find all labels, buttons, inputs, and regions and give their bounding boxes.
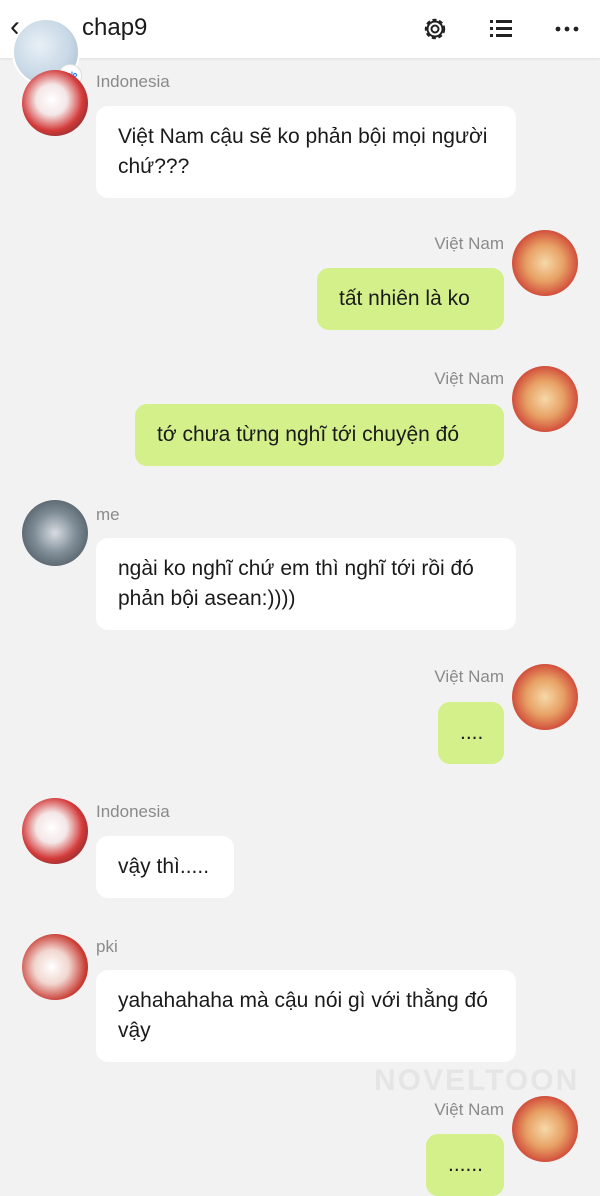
avatar-viet-nam[interactable] bbox=[512, 664, 578, 730]
sender-name: pki bbox=[96, 937, 118, 956]
message-bubble-incoming[interactable]: yahahahaha mà cậu nói gì với thằng đó vậ… bbox=[96, 970, 516, 1062]
message-bubble-outgoing[interactable]: .... bbox=[438, 702, 504, 764]
message-bubble-outgoing[interactable]: tớ chưa từng nghĩ tới chuyện đó bbox=[135, 404, 504, 466]
avatar-viet-nam[interactable] bbox=[512, 1096, 578, 1162]
avatar-me[interactable] bbox=[22, 500, 88, 566]
avatar-viet-nam[interactable] bbox=[512, 366, 578, 432]
chat-header: ‹ chap9 bbox=[0, 0, 600, 58]
watermark: NOVELTOON bbox=[374, 1064, 580, 1097]
sender-name: Việt Nam bbox=[434, 667, 504, 686]
list-icon[interactable] bbox=[486, 14, 516, 44]
avatar-indonesia[interactable] bbox=[22, 798, 88, 864]
avatar-indonesia[interactable] bbox=[22, 70, 88, 136]
avatar-viet-nam[interactable] bbox=[512, 230, 578, 296]
chat-title: chap9 bbox=[82, 14, 148, 41]
message-bubble-incoming[interactable]: Việt Nam cậu sẽ ko phản bội mọi người ch… bbox=[96, 106, 516, 198]
sender-name: me bbox=[96, 505, 120, 524]
message-bubble-outgoing[interactable]: tất nhiên là ko bbox=[317, 268, 504, 330]
message-bubble-incoming[interactable]: ngài ko nghĩ chứ em thì nghĩ tới rồi đó … bbox=[96, 538, 516, 630]
message-bubble-incoming[interactable]: vậy thì..... bbox=[96, 836, 234, 898]
sender-name: Việt Nam bbox=[434, 369, 504, 388]
avatar-pki[interactable] bbox=[22, 934, 88, 1000]
sender-name: Việt Nam bbox=[434, 234, 504, 253]
gear-icon[interactable] bbox=[420, 14, 450, 44]
sender-name: Việt Nam bbox=[434, 1100, 504, 1119]
sender-name: Indonesia bbox=[96, 72, 170, 91]
sender-name: Indonesia bbox=[96, 802, 170, 821]
more-icon[interactable] bbox=[552, 14, 582, 44]
